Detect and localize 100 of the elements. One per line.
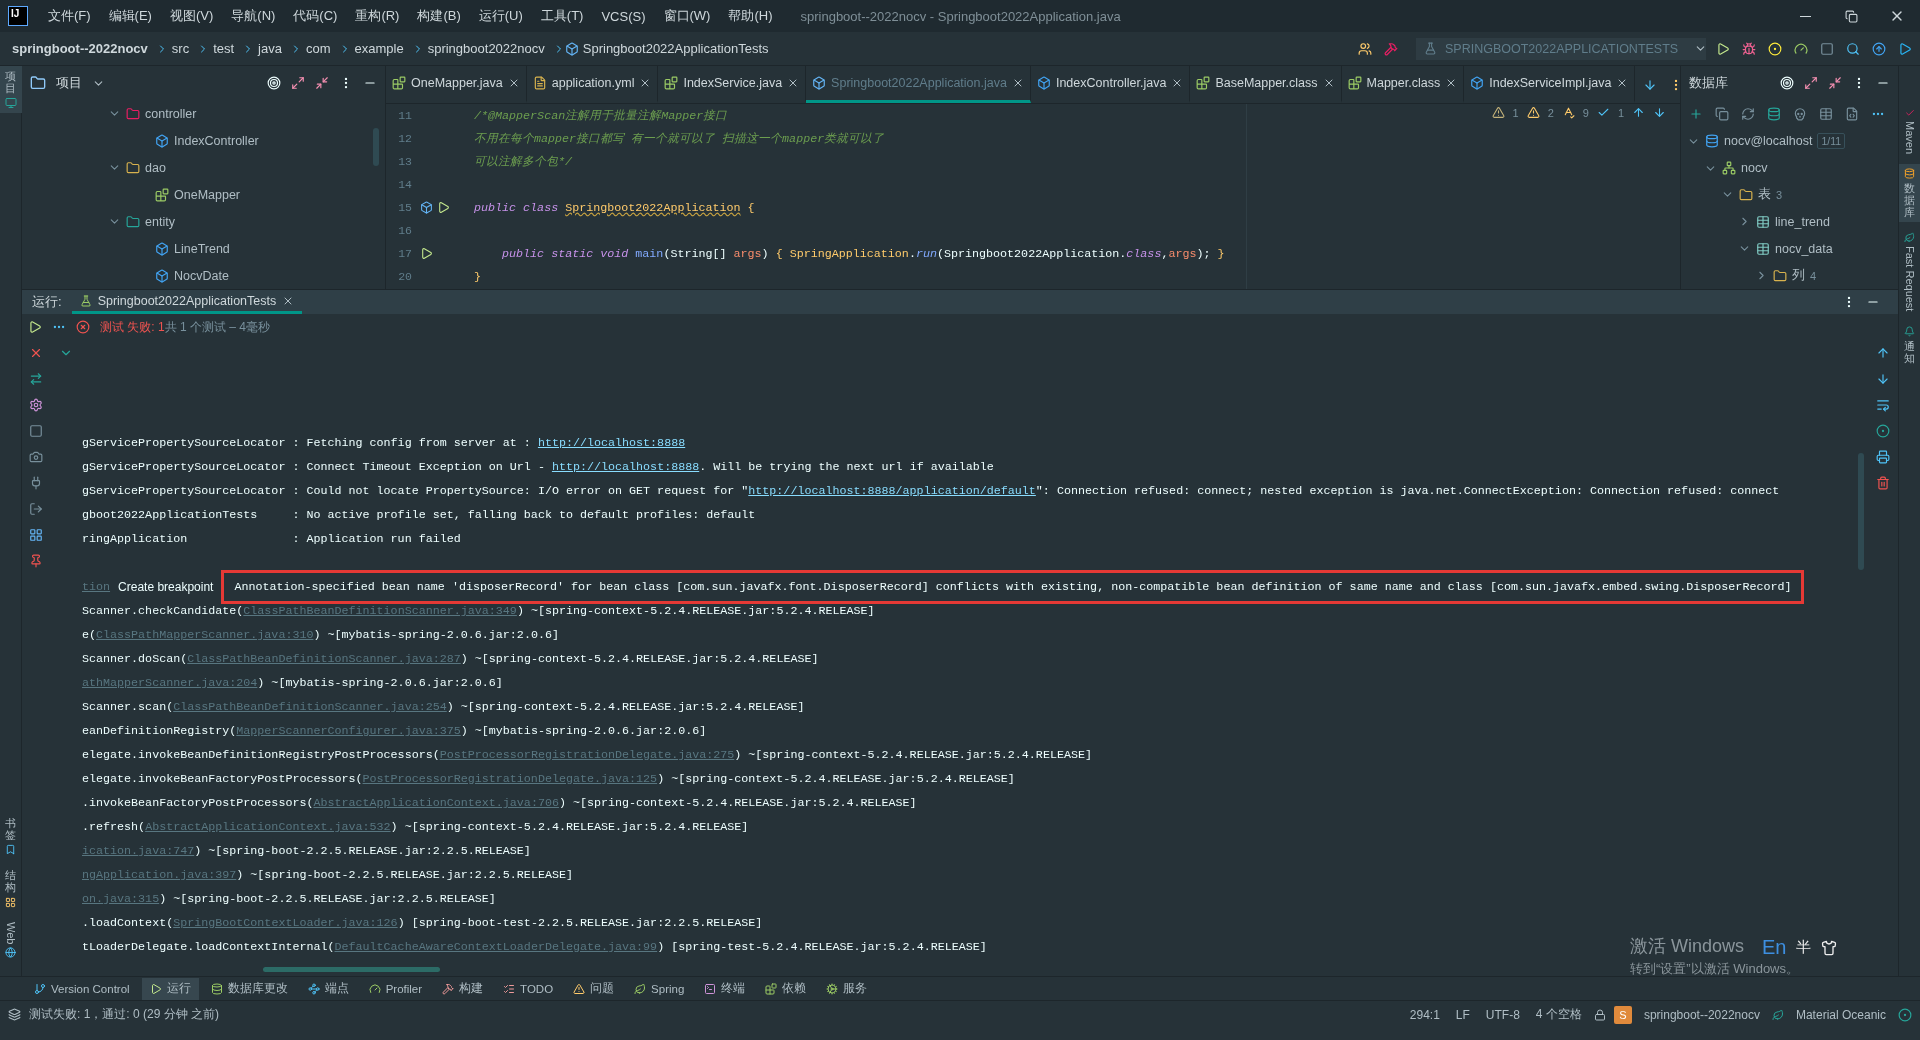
inspection-count[interactable]: 1 <box>1617 106 1624 119</box>
inspection-count[interactable]: 2 <box>1547 106 1554 119</box>
tool-window-button[interactable]: 构建 <box>434 977 492 1000</box>
pin-icon[interactable] <box>29 554 43 568</box>
settings-icon[interactable] <box>29 398 43 412</box>
tree-item-label[interactable]: OneMapper <box>174 187 240 202</box>
create-breakpoint-link[interactable]: Create breakpoint <box>110 580 222 594</box>
tool-window-button[interactable]: 问题 <box>565 977 623 1000</box>
arrow-down-icon[interactable] <box>1876 372 1890 386</box>
tool-window-tab[interactable]: Web <box>0 917 22 962</box>
stop-icon[interactable] <box>1820 41 1834 56</box>
skull-icon[interactable] <box>1793 106 1807 121</box>
status-item[interactable]: UTF-8 <box>1481 1007 1524 1022</box>
tree-item-label[interactable]: dao <box>145 160 166 175</box>
menu-item[interactable]: 视图(V) <box>169 7 214 25</box>
run-tab[interactable]: Springboot2022ApplicationTests <box>71 290 303 314</box>
tool-window-tab[interactable]: 数据库 <box>1898 164 1920 223</box>
tree-item-label[interactable]: line_trend <box>1775 214 1830 229</box>
copy-icon[interactable] <box>1715 106 1729 121</box>
database-icon[interactable] <box>1767 106 1781 121</box>
tool-window-button[interactable]: 运行 <box>141 977 199 1000</box>
menu-item[interactable]: 工具(T) <box>540 7 584 25</box>
tree-item-label[interactable]: NocvDate <box>174 268 229 283</box>
file-code-icon[interactable] <box>1845 106 1859 121</box>
search-icon[interactable] <box>1846 41 1860 56</box>
tree-item-label[interactable]: entity <box>145 214 175 229</box>
tree-item-label[interactable]: IndexController <box>174 133 259 148</box>
arrow-down-icon[interactable] <box>1653 106 1666 119</box>
expand-icon[interactable] <box>1804 75 1818 90</box>
editor-tab[interactable]: BaseMapper.class <box>1190 66 1342 103</box>
scrollbar[interactable] <box>1858 453 1864 570</box>
plug-icon[interactable] <box>29 476 43 490</box>
tree-item-label[interactable]: nocv@localhost <box>1724 134 1813 149</box>
menu-item[interactable]: 帮助(H) <box>728 7 773 25</box>
breadcrumb[interactable]: Springboot2022ApplicationTests <box>582 41 769 56</box>
editor-tab[interactable]: OneMapper.java <box>386 66 527 103</box>
ime-indicator[interactable]: En <box>1762 936 1787 959</box>
menu-item[interactable]: 运行(U) <box>478 7 523 25</box>
expand-icon[interactable] <box>291 76 305 90</box>
tool-window-button[interactable]: Spring <box>626 977 693 1000</box>
tool-window-button[interactable]: Profiler <box>360 977 431 1000</box>
run-icon[interactable] <box>420 247 433 260</box>
tool-window-button[interactable]: 服务 <box>818 977 876 1000</box>
collapse-icon[interactable] <box>1828 75 1842 90</box>
tree-item-label[interactable]: LineTrend <box>174 241 230 256</box>
tool-window-tab[interactable]: 书签 <box>0 813 22 860</box>
tool-window-tab[interactable]: Fast Request <box>1898 228 1920 316</box>
collapse-icon[interactable] <box>315 76 329 90</box>
tool-window-button[interactable]: 依赖 <box>757 977 815 1000</box>
scrollbar[interactable] <box>373 128 379 166</box>
tree-item-label[interactable]: nocv_data <box>1775 241 1833 256</box>
status-item[interactable]: LF <box>1451 1007 1474 1022</box>
add-icon[interactable] <box>1689 106 1703 121</box>
target-icon[interactable] <box>1780 75 1794 90</box>
tool-window-button[interactable]: 端点 <box>299 977 357 1000</box>
inspection-count[interactable]: 9 <box>1582 106 1589 119</box>
tool-window-button[interactable]: Version Control <box>26 977 138 1000</box>
status-item[interactable]: 4 个空格 <box>1531 1006 1586 1023</box>
url-link[interactable]: http://localhost:8888 <box>551 460 700 474</box>
tool-window-tab[interactable]: 结构 <box>0 865 22 912</box>
wrap-icon[interactable] <box>1876 398 1890 412</box>
printer-icon[interactable] <box>1876 450 1890 464</box>
menu-item[interactable]: 窗口(W) <box>663 7 711 25</box>
editor-tab[interactable]: application.yml <box>526 66 659 103</box>
play-icon[interactable] <box>1898 41 1912 56</box>
breadcrumb[interactable]: example <box>354 41 404 56</box>
toggle-icon[interactable] <box>29 372 43 386</box>
menu-item[interactable]: VCS(S) <box>601 8 646 24</box>
users-icon[interactable] <box>1358 41 1372 56</box>
tree-item-label[interactable]: nocv <box>1741 161 1768 176</box>
status-item[interactable]: 294:1 <box>1405 1007 1444 1022</box>
tool-window-tab[interactable]: 项目 <box>0 66 22 114</box>
bug-icon[interactable] <box>1742 41 1756 56</box>
breadcrumb[interactable]: src <box>171 41 190 56</box>
breadcrumb[interactable]: com <box>305 41 331 56</box>
target-icon[interactable] <box>267 76 281 90</box>
tree-item-label[interactable]: 表 <box>1758 186 1771 204</box>
table-icon[interactable] <box>1819 106 1833 121</box>
menu-item[interactable]: 导航(N) <box>231 7 276 25</box>
editor-tab[interactable]: IndexServiceImpl.java <box>1464 66 1636 103</box>
layout-icon[interactable] <box>29 528 43 542</box>
update-icon[interactable] <box>1872 41 1886 56</box>
breadcrumb[interactable]: java <box>258 41 282 56</box>
trash-icon[interactable] <box>1876 476 1890 490</box>
tool-window-button[interactable]: 数据库更改 <box>202 977 296 1000</box>
editor-tab[interactable]: IndexService.java <box>658 66 807 103</box>
run-icon[interactable] <box>1716 41 1730 56</box>
menu-item[interactable]: 代码(C) <box>293 7 338 25</box>
breadcrumb[interactable]: springboot--2022nocv <box>12 41 148 56</box>
tool-window-tab[interactable]: 通知 <box>1898 321 1920 368</box>
exit-icon[interactable] <box>29 502 43 516</box>
inspection-count[interactable]: 1 <box>1512 106 1519 119</box>
breadcrumb[interactable]: test <box>213 41 235 56</box>
tree-item-label[interactable]: controller <box>145 106 197 121</box>
stop-icon[interactable] <box>29 424 43 438</box>
lock-icon[interactable] <box>1593 1008 1606 1021</box>
rerun-icon[interactable] <box>28 320 42 334</box>
menu-item[interactable]: 文件(F) <box>48 7 91 25</box>
arrow-up-icon[interactable] <box>1876 346 1890 360</box>
project-switcher[interactable]: springboot--2022nocv <box>1639 1007 1764 1022</box>
